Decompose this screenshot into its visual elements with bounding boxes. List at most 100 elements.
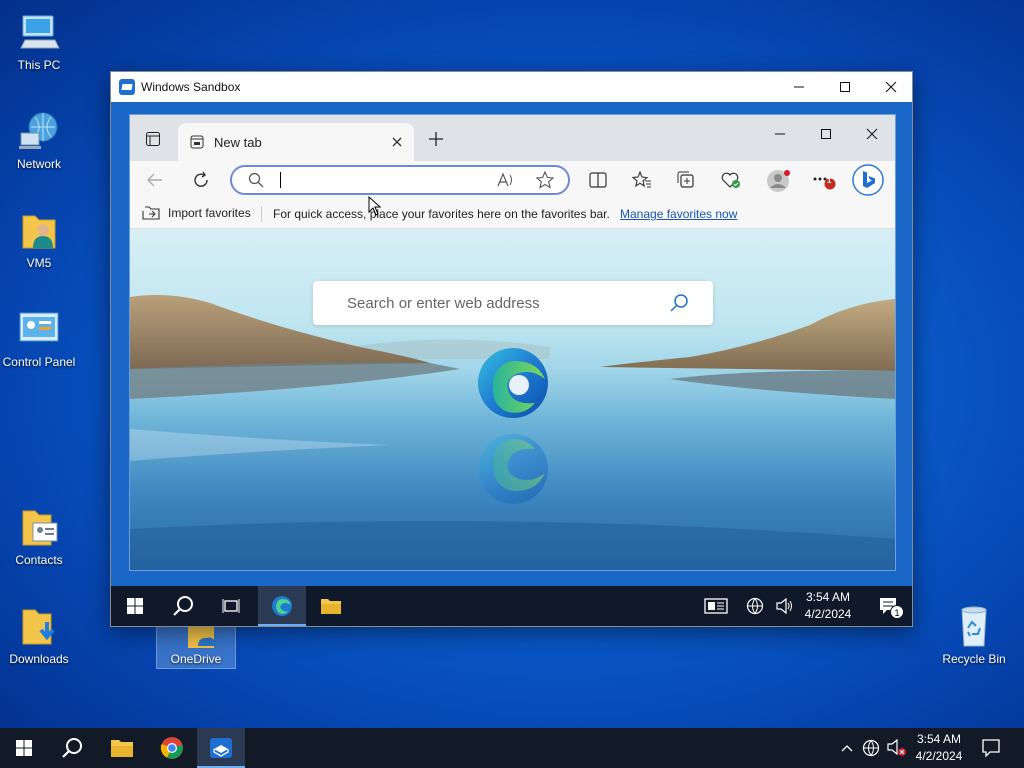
- desktop-icon-this-pc[interactable]: This PC: [0, 10, 78, 72]
- chrome-button[interactable]: [148, 728, 196, 768]
- inner-volume-tray[interactable]: [770, 586, 800, 626]
- maximize-button[interactable]: [822, 72, 868, 102]
- inner-file-explorer-button[interactable]: [307, 586, 355, 626]
- close-button[interactable]: [868, 72, 914, 102]
- inner-date: 4/2/2024: [804, 607, 852, 621]
- more-dots-icon: [813, 177, 836, 190]
- inner-time: 3:54 AM: [805, 590, 851, 604]
- favorite-star-icon[interactable]: [536, 171, 554, 189]
- contacts-folder-icon: [17, 505, 61, 549]
- desktop-icon-network[interactable]: Network: [0, 109, 78, 171]
- notifications-icon: [982, 739, 1000, 757]
- inner-search-button[interactable]: [159, 586, 207, 626]
- tab-actions-button[interactable]: [142, 129, 164, 149]
- read-aloud-icon[interactable]: [496, 172, 514, 188]
- browser-essentials-icon[interactable]: [721, 171, 741, 189]
- refresh-button[interactable]: [192, 171, 210, 194]
- settings-more-button[interactable]: 1: [812, 171, 838, 196]
- sandbox-titlebar[interactable]: Windows Sandbox: [111, 72, 912, 102]
- search-button[interactable]: [48, 728, 96, 768]
- inner-task-view-button[interactable]: [207, 586, 255, 626]
- maximize-icon: [821, 129, 831, 139]
- minimize-icon: [794, 86, 804, 88]
- inner-network-tray[interactable]: [740, 586, 770, 626]
- globe-icon: [746, 597, 764, 615]
- back-arrow-icon: [147, 173, 162, 187]
- tab-new-tab[interactable]: New tab: [178, 123, 414, 161]
- import-favorites-label: Import favorites: [168, 206, 251, 220]
- desktop-icon-label: VM5: [26, 256, 52, 270]
- edge-minimize-button[interactable]: [757, 115, 803, 153]
- network-tray[interactable]: [858, 728, 884, 768]
- sandbox-window[interactable]: Windows Sandbox New tab 1 Import favorit…: [110, 71, 913, 627]
- inner-news-widget[interactable]: [692, 586, 740, 626]
- inner-start-button[interactable]: [111, 586, 159, 626]
- bing-copilot-icon: [852, 164, 884, 196]
- close-icon: [885, 81, 897, 93]
- desktop-icon-recycle-bin[interactable]: Recycle Bin: [935, 604, 1013, 666]
- desktop-icon-label: Network: [16, 157, 61, 171]
- edge-icon: [272, 596, 292, 616]
- folder-icon: [321, 599, 341, 614]
- import-icon: [142, 206, 160, 220]
- desktop-icon-downloads[interactable]: Downloads: [0, 604, 78, 666]
- host-taskbar: 3:54 AM 4/2/2024: [0, 728, 1024, 768]
- minimize-icon: [775, 133, 785, 135]
- ntp-search-icon[interactable]: [669, 293, 689, 313]
- favorites-bar-message: For quick access, place your favorites h…: [273, 207, 610, 221]
- sandbox-taskbar: 3:54 AM 4/2/2024 1: [111, 586, 912, 626]
- manage-favorites-link[interactable]: Manage favorites now: [620, 207, 737, 221]
- inner-clock[interactable]: 3:54 AM 4/2/2024: [801, 589, 855, 623]
- news-icon: [704, 598, 728, 614]
- new-tab-page: Search or enter web address: [130, 229, 895, 570]
- profile-button[interactable]: [766, 169, 790, 198]
- new-tab-button[interactable]: [424, 129, 448, 149]
- computer-icon: [17, 10, 61, 54]
- windows-logo-icon: [127, 598, 143, 614]
- inner-edge-taskbar-button[interactable]: [258, 586, 306, 626]
- recycle-bin-icon: [952, 604, 996, 648]
- start-button[interactable]: [0, 728, 48, 768]
- notification-badge: 1: [827, 176, 832, 185]
- minimize-button[interactable]: [776, 72, 822, 102]
- import-favorites-button[interactable]: Import favorites: [142, 206, 251, 220]
- edge-logo-icon: [478, 348, 548, 504]
- volume-tray[interactable]: [884, 728, 910, 768]
- desktop-icon-vm5[interactable]: VM5: [0, 208, 78, 270]
- new-tab-page-icon: [190, 135, 204, 149]
- tab-close-icon[interactable]: [392, 137, 402, 147]
- file-explorer-button[interactable]: [98, 728, 146, 768]
- back-button[interactable]: [146, 171, 164, 194]
- desktop-icon-label: Recycle Bin: [942, 652, 1006, 666]
- speaker-muted-icon: [887, 739, 906, 756]
- onedrive-folder-icon: [174, 626, 218, 648]
- desktop-icon-contacts[interactable]: Contacts: [0, 505, 78, 567]
- sandbox-taskbar-button[interactable]: [197, 728, 245, 768]
- edge-window[interactable]: New tab 1 Import favorites For quick acc…: [129, 114, 896, 571]
- address-bar[interactable]: [230, 165, 570, 195]
- desktop-icon-label: Contacts: [15, 553, 63, 567]
- search-icon: [173, 596, 193, 616]
- desktop-icon-control-panel[interactable]: Control Panel: [0, 307, 78, 369]
- action-center-button[interactable]: [968, 728, 1016, 768]
- collections-icon[interactable]: [677, 171, 695, 189]
- split-screen-icon[interactable]: [589, 171, 607, 189]
- windows-logo-icon: [16, 740, 32, 756]
- profile-avatar-icon: [767, 170, 790, 192]
- desktop-icon-onedrive[interactable]: OneDrive: [156, 623, 236, 669]
- show-hidden-icons[interactable]: [836, 728, 858, 768]
- close-icon: [866, 128, 878, 140]
- refresh-icon: [194, 171, 208, 187]
- tab-actions-icon: [146, 132, 160, 146]
- ntp-search-box[interactable]: Search or enter web address: [313, 281, 713, 325]
- host-time: 3:54 AM: [916, 732, 962, 746]
- host-clock[interactable]: 3:54 AM 4/2/2024: [910, 731, 968, 765]
- edge-close-button[interactable]: [849, 115, 895, 153]
- mouse-cursor-icon: [368, 196, 382, 216]
- inner-action-center[interactable]: 1: [865, 586, 913, 626]
- favbar-divider: [261, 206, 262, 222]
- edge-maximize-button[interactable]: [803, 115, 849, 153]
- tab-title: New tab: [214, 134, 262, 150]
- favorites-icon[interactable]: [632, 171, 652, 189]
- copilot-button[interactable]: [852, 164, 884, 201]
